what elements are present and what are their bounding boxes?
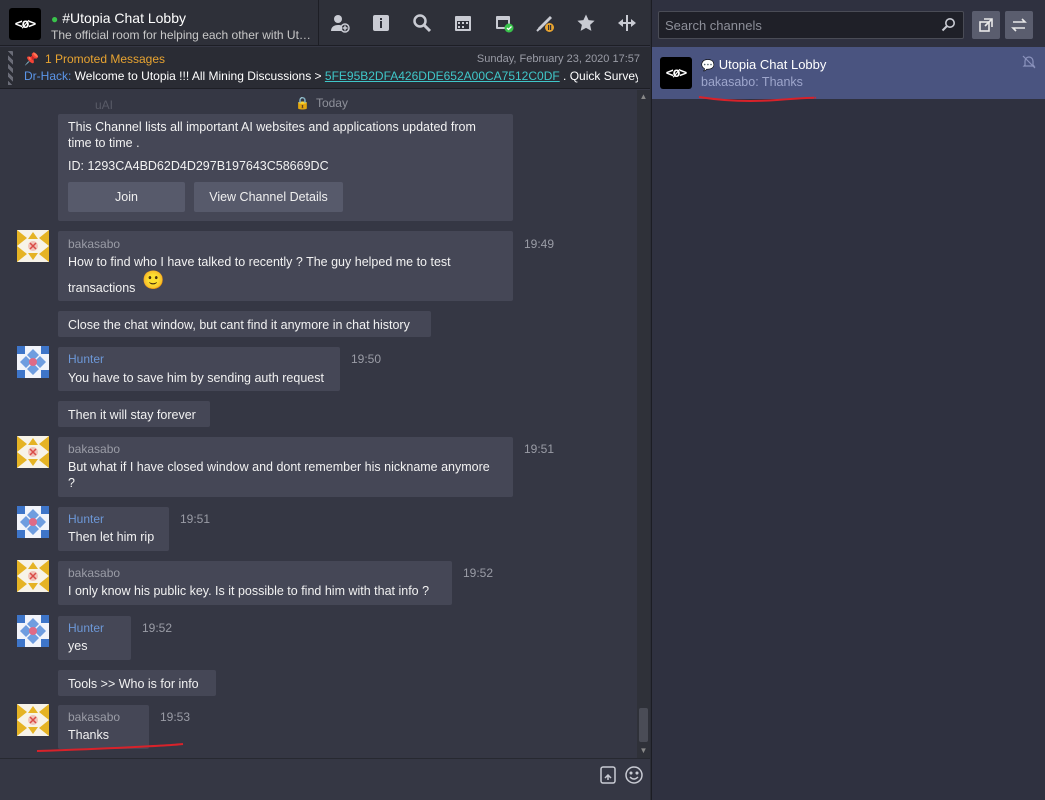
info-icon	[372, 15, 389, 31]
lock-icon: 🔒	[295, 96, 310, 110]
join-button[interactable]: Join	[68, 182, 185, 212]
message-text: Close the chat window, but cant find it …	[68, 318, 410, 332]
message-text: transactions	[68, 281, 136, 295]
promote-button[interactable]	[524, 0, 565, 46]
message-time: 19:49	[524, 237, 555, 251]
channel-item-title: 💬 Utopia Chat Lobby	[701, 57, 827, 72]
message-time: 19:51	[524, 442, 555, 456]
channel-list-panel: <ø> 💬Utopia Chat Lobby bakasabo: Thanks	[651, 0, 1045, 800]
message-text: Tools >> Who is for info	[68, 677, 199, 691]
channel-search-input[interactable]	[659, 12, 939, 38]
day-separator: 🔒 Today	[295, 96, 348, 110]
attach-file-icon[interactable]	[598, 765, 618, 785]
channel-toolbar	[318, 0, 647, 46]
avatar-bakasabo[interactable]	[17, 704, 49, 736]
message-text: Then it will stay forever	[68, 408, 196, 422]
red-underline-annotation	[36, 743, 184, 752]
info-button[interactable]	[360, 0, 401, 46]
message-text: How to find who I have talked to recentl…	[68, 255, 451, 269]
favorite-button[interactable]	[565, 0, 606, 46]
promote-icon	[535, 16, 554, 32]
message-sender[interactable]: Hunter	[68, 512, 104, 526]
chat-bubble-icon: 💬	[701, 60, 715, 72]
avatar-bakasabo[interactable]	[17, 230, 49, 262]
promo-author[interactable]: Dr-Hack:	[24, 69, 71, 83]
promo-link[interactable]: 5FE95B2DFA426DDE652A00CA7512C0DF	[325, 69, 560, 83]
avatar-bakasabo[interactable]	[17, 436, 49, 468]
search-icon	[412, 14, 431, 33]
add-contact-button[interactable]	[319, 0, 360, 46]
promo-stripe	[8, 51, 13, 85]
chat-bubble-icon: ●	[51, 12, 59, 26]
emoji-icon[interactable]	[624, 765, 644, 785]
channel-card-description: This Channel lists all important AI webs…	[68, 120, 476, 150]
channel-title: ● #Utopia Chat Lobby	[51, 10, 187, 26]
message-text: yes	[68, 639, 88, 653]
red-underline-annotation	[698, 96, 817, 102]
message-text: Thanks	[68, 728, 109, 742]
message-text: But what if I have closed window and don…	[68, 460, 490, 474]
faded-sender: uAI	[95, 98, 114, 112]
record-calendar-icon	[495, 16, 513, 33]
channel-search[interactable]	[658, 11, 964, 39]
message-time: 19:50	[351, 352, 382, 366]
promo-date: Sunday, February 23, 2020 17:57	[476, 53, 640, 65]
resize-icon	[617, 15, 636, 31]
avatar-hunter[interactable]	[17, 615, 49, 647]
swap-icon	[1011, 18, 1027, 32]
message-time: 19:51	[180, 512, 211, 526]
view-channel-details-button[interactable]: View Channel Details	[194, 182, 343, 212]
search-button[interactable]	[401, 0, 442, 46]
chat-panel: <ø> ● #Utopia Chat Lobby The official roo…	[0, 0, 650, 800]
channel-item-last-message: bakasabo: Thanks	[701, 75, 803, 89]
promo-count[interactable]: 📌 1 Promoted Messages	[24, 52, 165, 66]
message-time: 19:53	[160, 710, 191, 724]
resize-button[interactable]	[606, 0, 647, 46]
message-time: 19:52	[142, 621, 173, 635]
pin-icon: 📌	[24, 52, 39, 66]
promo-message: Dr-Hack: Welcome to Utopia !!! All Minin…	[24, 69, 638, 83]
new-window-icon	[979, 18, 993, 32]
smile-emoji-icon: 🙂	[142, 270, 165, 290]
star-icon	[576, 14, 595, 31]
avatar-hunter[interactable]	[17, 506, 49, 538]
promoted-messages-bar[interactable]: 📌 1 Promoted Messages Sunday, February 23…	[0, 47, 650, 89]
message-text: ?	[68, 476, 75, 490]
search-icon[interactable]	[941, 17, 957, 33]
message-scrollbar[interactable]: ▲ ▼	[637, 90, 650, 758]
calendar-button[interactable]	[442, 0, 483, 46]
message-text: You have to save him by sending auth req…	[68, 371, 324, 385]
record-calendar-button[interactable]	[483, 0, 524, 46]
calendar-icon	[454, 16, 471, 31]
message-sender[interactable]: bakasabo	[68, 237, 120, 251]
message-input-area[interactable]	[0, 758, 650, 800]
avatar-hunter[interactable]	[17, 346, 49, 378]
new-window-button[interactable]	[972, 11, 1000, 39]
channel-card-id: ID: 1293CA4BD62D4D297B197643C58669DC	[68, 159, 329, 173]
scroll-down-icon[interactable]: ▼	[639, 746, 648, 755]
channel-logo: <ø>	[660, 57, 692, 89]
message-text: I only know his public key. Is it possib…	[68, 584, 430, 598]
message-sender[interactable]: Hunter	[68, 352, 104, 366]
scroll-up-icon[interactable]: ▲	[639, 92, 648, 101]
message-list[interactable]: uAI 🔒 Today This Channel lists all import…	[5, 90, 650, 758]
message-time: 19:52	[463, 566, 494, 580]
avatar-bakasabo[interactable]	[17, 560, 49, 592]
channel-header: <ø> ● #Utopia Chat Lobby The official roo…	[0, 0, 650, 46]
message-sender[interactable]: bakasabo	[68, 710, 120, 724]
channel-logo: <ø>	[9, 8, 41, 40]
input-icons	[598, 765, 644, 785]
message-sender[interactable]: Hunter	[68, 621, 104, 635]
swap-button[interactable]	[1005, 11, 1033, 39]
message-sender[interactable]: bakasabo	[68, 442, 120, 456]
message-text: Then let him rip	[68, 530, 155, 544]
mute-icon[interactable]	[1022, 55, 1036, 69]
add-contact-icon	[330, 15, 350, 33]
scroll-thumb[interactable]	[639, 708, 648, 742]
channel-subtitle: The official room for helping each other…	[51, 28, 313, 42]
message-sender[interactable]: bakasabo	[68, 566, 120, 580]
channel-list-item[interactable]: <ø> 💬 Utopia Chat Lobby bakasabo: Thanks	[652, 47, 1045, 99]
